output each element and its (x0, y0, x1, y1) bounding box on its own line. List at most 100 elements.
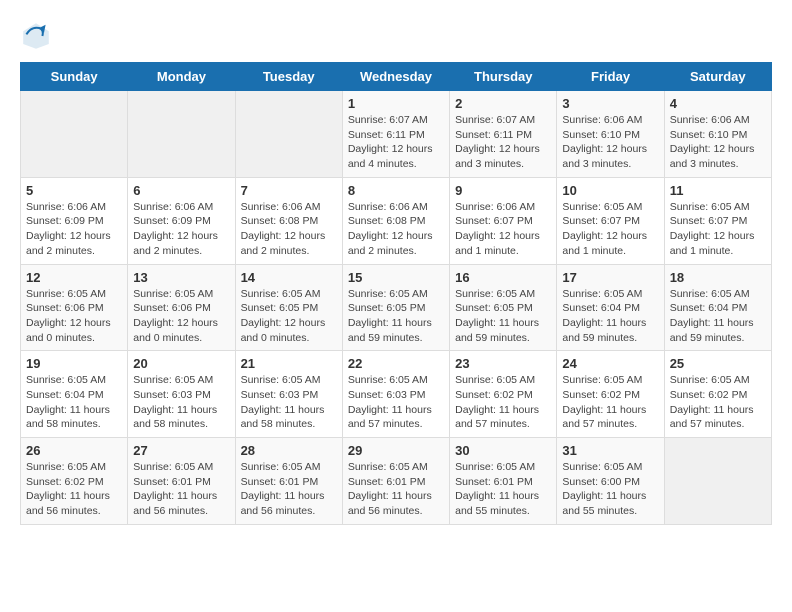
calendar-day-cell: 10 Sunrise: 6:05 AM Sunset: 6:07 PM Dayli… (557, 177, 664, 264)
calendar-day-cell: 30 Sunrise: 6:05 AM Sunset: 6:01 PM Dayli… (450, 438, 557, 525)
calendar-day-cell: 11 Sunrise: 6:05 AM Sunset: 6:07 PM Dayli… (664, 177, 771, 264)
day-number: 2 (455, 96, 551, 111)
calendar-day-cell (128, 91, 235, 178)
day-number: 4 (670, 96, 766, 111)
day-number: 9 (455, 183, 551, 198)
day-info: Sunrise: 6:05 AM Sunset: 6:00 PM Dayligh… (562, 460, 658, 519)
calendar-day-cell: 29 Sunrise: 6:05 AM Sunset: 6:01 PM Dayli… (342, 438, 449, 525)
calendar-day-cell: 22 Sunrise: 6:05 AM Sunset: 6:03 PM Dayli… (342, 351, 449, 438)
calendar-day-cell (235, 91, 342, 178)
day-number: 6 (133, 183, 229, 198)
day-info: Sunrise: 6:05 AM Sunset: 6:01 PM Dayligh… (455, 460, 551, 519)
day-info: Sunrise: 6:06 AM Sunset: 6:08 PM Dayligh… (348, 200, 444, 259)
day-of-week-header: Tuesday (235, 63, 342, 91)
day-number: 25 (670, 356, 766, 371)
day-number: 22 (348, 356, 444, 371)
calendar-day-cell: 5 Sunrise: 6:06 AM Sunset: 6:09 PM Daylig… (21, 177, 128, 264)
day-info: Sunrise: 6:05 AM Sunset: 6:01 PM Dayligh… (241, 460, 337, 519)
calendar-week-row: 19Sunrise: 6:05 AM Sunset: 6:04 PM Dayli… (21, 351, 772, 438)
day-of-week-header: Thursday (450, 63, 557, 91)
day-number: 29 (348, 443, 444, 458)
calendar-day-cell: 25Sunrise: 6:05 AM Sunset: 6:02 PM Dayli… (664, 351, 771, 438)
day-number: 7 (241, 183, 337, 198)
logo (20, 20, 56, 52)
header (20, 20, 772, 52)
day-info: Sunrise: 6:05 AM Sunset: 6:02 PM Dayligh… (455, 373, 551, 432)
calendar-day-cell: 15Sunrise: 6:05 AM Sunset: 6:05 PM Dayli… (342, 264, 449, 351)
day-number: 21 (241, 356, 337, 371)
day-number: 26 (26, 443, 122, 458)
day-info: Sunrise: 6:05 AM Sunset: 6:05 PM Dayligh… (455, 287, 551, 346)
calendar-day-cell (21, 91, 128, 178)
day-info: Sunrise: 6:05 AM Sunset: 6:06 PM Dayligh… (26, 287, 122, 346)
day-info: Sunrise: 6:05 AM Sunset: 6:04 PM Dayligh… (562, 287, 658, 346)
day-info: Sunrise: 6:06 AM Sunset: 6:09 PM Dayligh… (133, 200, 229, 259)
calendar-day-cell: 16 Sunrise: 6:05 AM Sunset: 6:05 PM Dayli… (450, 264, 557, 351)
day-number: 28 (241, 443, 337, 458)
day-number: 5 (26, 183, 122, 198)
day-number: 18 (670, 270, 766, 285)
day-number: 1 (348, 96, 444, 111)
calendar-day-cell: 31 Sunrise: 6:05 AM Sunset: 6:00 PM Dayli… (557, 438, 664, 525)
day-number: 3 (562, 96, 658, 111)
calendar-day-cell: 7Sunrise: 6:06 AM Sunset: 6:08 PM Daylig… (235, 177, 342, 264)
day-of-week-header: Sunday (21, 63, 128, 91)
day-info: Sunrise: 6:06 AM Sunset: 6:09 PM Dayligh… (26, 200, 122, 259)
day-info: Sunrise: 6:06 AM Sunset: 6:07 PM Dayligh… (455, 200, 551, 259)
calendar-day-cell: 3 Sunrise: 6:06 AM Sunset: 6:10 PM Daylig… (557, 91, 664, 178)
day-number: 15 (348, 270, 444, 285)
day-number: 20 (133, 356, 229, 371)
calendar-week-row: 26Sunrise: 6:05 AM Sunset: 6:02 PM Dayli… (21, 438, 772, 525)
day-number: 30 (455, 443, 551, 458)
day-number: 17 (562, 270, 658, 285)
calendar-day-cell: 1 Sunrise: 6:07 AM Sunset: 6:11 PM Daylig… (342, 91, 449, 178)
day-number: 27 (133, 443, 229, 458)
day-info: Sunrise: 6:05 AM Sunset: 6:01 PM Dayligh… (348, 460, 444, 519)
calendar-day-cell: 2 Sunrise: 6:07 AM Sunset: 6:11 PM Daylig… (450, 91, 557, 178)
calendar-day-cell: 12Sunrise: 6:05 AM Sunset: 6:06 PM Dayli… (21, 264, 128, 351)
calendar-day-cell: 9 Sunrise: 6:06 AM Sunset: 6:07 PM Daylig… (450, 177, 557, 264)
day-info: Sunrise: 6:05 AM Sunset: 6:06 PM Dayligh… (133, 287, 229, 346)
calendar-day-cell: 17 Sunrise: 6:05 AM Sunset: 6:04 PM Dayli… (557, 264, 664, 351)
calendar-week-row: 1 Sunrise: 6:07 AM Sunset: 6:11 PM Daylig… (21, 91, 772, 178)
day-of-week-header: Monday (128, 63, 235, 91)
day-info: Sunrise: 6:05 AM Sunset: 6:07 PM Dayligh… (670, 200, 766, 259)
header-row: SundayMondayTuesdayWednesdayThursdayFrid… (21, 63, 772, 91)
calendar-day-cell: 13 Sunrise: 6:05 AM Sunset: 6:06 PM Dayli… (128, 264, 235, 351)
calendar-day-cell: 4Sunrise: 6:06 AM Sunset: 6:10 PM Daylig… (664, 91, 771, 178)
day-number: 16 (455, 270, 551, 285)
day-info: Sunrise: 6:05 AM Sunset: 6:03 PM Dayligh… (241, 373, 337, 432)
day-of-week-header: Wednesday (342, 63, 449, 91)
calendar-day-cell: 28 Sunrise: 6:05 AM Sunset: 6:01 PM Dayli… (235, 438, 342, 525)
day-number: 31 (562, 443, 658, 458)
calendar-day-cell (664, 438, 771, 525)
calendar-week-row: 5 Sunrise: 6:06 AM Sunset: 6:09 PM Daylig… (21, 177, 772, 264)
calendar-day-cell: 6 Sunrise: 6:06 AM Sunset: 6:09 PM Daylig… (128, 177, 235, 264)
calendar-day-cell: 8 Sunrise: 6:06 AM Sunset: 6:08 PM Daylig… (342, 177, 449, 264)
day-info: Sunrise: 6:05 AM Sunset: 6:03 PM Dayligh… (348, 373, 444, 432)
day-info: Sunrise: 6:07 AM Sunset: 6:11 PM Dayligh… (348, 113, 444, 172)
day-info: Sunrise: 6:05 AM Sunset: 6:01 PM Dayligh… (133, 460, 229, 519)
calendar-day-cell: 21 Sunrise: 6:05 AM Sunset: 6:03 PM Dayli… (235, 351, 342, 438)
day-number: 14 (241, 270, 337, 285)
day-info: Sunrise: 6:06 AM Sunset: 6:10 PM Dayligh… (562, 113, 658, 172)
calendar-day-cell: 26Sunrise: 6:05 AM Sunset: 6:02 PM Dayli… (21, 438, 128, 525)
page-container: SundayMondayTuesdayWednesdayThursdayFrid… (0, 0, 792, 535)
day-number: 13 (133, 270, 229, 285)
calendar-table: SundayMondayTuesdayWednesdayThursdayFrid… (20, 62, 772, 525)
day-number: 24 (562, 356, 658, 371)
calendar-day-cell: 20 Sunrise: 6:05 AM Sunset: 6:03 PM Dayli… (128, 351, 235, 438)
calendar-day-cell: 19Sunrise: 6:05 AM Sunset: 6:04 PM Dayli… (21, 351, 128, 438)
day-info: Sunrise: 6:05 AM Sunset: 6:04 PM Dayligh… (26, 373, 122, 432)
day-info: Sunrise: 6:05 AM Sunset: 6:03 PM Dayligh… (133, 373, 229, 432)
calendar-day-cell: 14 Sunrise: 6:05 AM Sunset: 6:05 PM Dayli… (235, 264, 342, 351)
day-number: 11 (670, 183, 766, 198)
day-number: 10 (562, 183, 658, 198)
calendar-day-cell: 18Sunrise: 6:05 AM Sunset: 6:04 PM Dayli… (664, 264, 771, 351)
calendar-week-row: 12Sunrise: 6:05 AM Sunset: 6:06 PM Dayli… (21, 264, 772, 351)
day-info: Sunrise: 6:05 AM Sunset: 6:07 PM Dayligh… (562, 200, 658, 259)
day-number: 8 (348, 183, 444, 198)
day-info: Sunrise: 6:05 AM Sunset: 6:05 PM Dayligh… (241, 287, 337, 346)
logo-icon (20, 20, 52, 52)
day-info: Sunrise: 6:07 AM Sunset: 6:11 PM Dayligh… (455, 113, 551, 172)
